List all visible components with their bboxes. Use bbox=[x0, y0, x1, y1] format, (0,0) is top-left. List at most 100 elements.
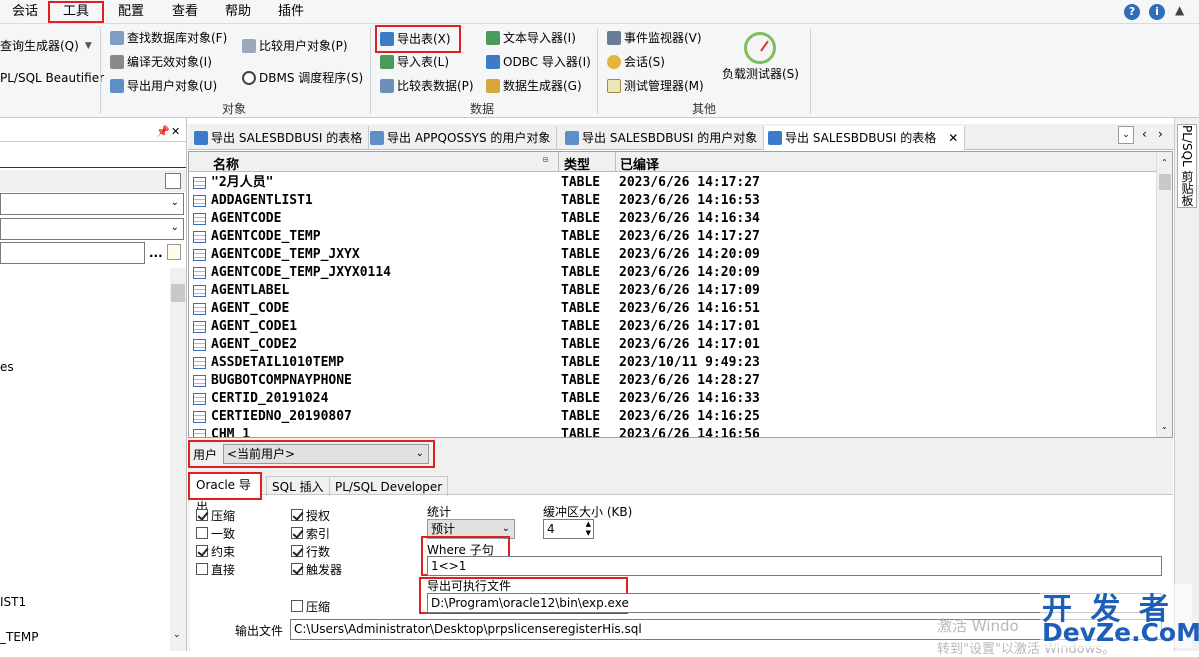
compile-invalid-button[interactable]: 编译无效对象(I) bbox=[110, 52, 212, 72]
subtab-oracle-export[interactable]: Oracle 导出 bbox=[188, 472, 262, 514]
option-compress-2[interactable]: 压缩 bbox=[291, 598, 330, 614]
test-manager-button[interactable]: 测试管理器(M) bbox=[607, 76, 704, 96]
checkbox-rows[interactable] bbox=[291, 545, 303, 557]
plsql-beautifier-button[interactable]: PL/SQL Beautifier bbox=[0, 68, 104, 88]
import-tables-button[interactable]: 导入表(L) bbox=[380, 52, 449, 72]
tab-next-icon[interactable]: › bbox=[1158, 127, 1163, 141]
table-row[interactable]: ADDAGENTLIST1 TABLE 2023/6/26 14:16:53 bbox=[189, 192, 1157, 210]
table-row[interactable]: AGENTCODE_TEMP TABLE 2023/6/26 14:17:27 bbox=[189, 228, 1157, 246]
menu-help[interactable]: 帮助 bbox=[225, 3, 251, 21]
table-icon bbox=[193, 429, 206, 437]
subtab-plsql-developer[interactable]: PL/SQL Developer bbox=[329, 476, 449, 496]
column-header-compiled[interactable]: 已编译 bbox=[620, 154, 659, 173]
export-user-objects-button[interactable]: 导出用户对象(U) bbox=[110, 76, 217, 96]
checkbox-direct[interactable] bbox=[196, 563, 208, 575]
checkbox-compress-2[interactable] bbox=[291, 600, 303, 612]
export-tables-button[interactable]: 导出表(X) bbox=[375, 25, 461, 53]
menu-view[interactable]: 查看 bbox=[172, 3, 198, 21]
table-row[interactable]: "2月人员" TABLE 2023/6/26 14:17:27 bbox=[189, 174, 1157, 192]
plsql-clipboard-tab[interactable]: PL/SQL 剪贴板 bbox=[1177, 124, 1197, 208]
subtab-sql-insert[interactable]: SQL 插入 bbox=[266, 476, 330, 496]
column-header-name[interactable]: 名称 bbox=[213, 154, 239, 173]
tab-export-appqossys-objects[interactable]: 导出 APPQOSSYS 的用户对象 bbox=[366, 126, 558, 150]
option-direct[interactable]: 直接 bbox=[196, 561, 235, 577]
tab-export-salesbdbusi-tables-1[interactable]: 导出 SALESBDBUSI 的表格 bbox=[190, 126, 370, 150]
tables-grid[interactable]: 名称 ⊟ 类型 已编译 "2月人员" TABLE 2023/6/26 14:17:2… bbox=[188, 151, 1173, 438]
table-row[interactable]: BUGBOTCOMPNAYPHONE TABLE 2023/6/26 14:28:2… bbox=[189, 372, 1157, 390]
menu-tools[interactable]: 工具 bbox=[48, 1, 104, 23]
checkbox-compress[interactable] bbox=[196, 509, 208, 521]
tab-list-icon[interactable]: ⌄ bbox=[1118, 126, 1134, 144]
find-db-objects-button[interactable]: 查找数据库对象(F) bbox=[110, 28, 227, 48]
table-row[interactable]: AGENTCODE TABLE 2023/6/26 14:16:34 bbox=[189, 210, 1157, 228]
option-grants[interactable]: 授权 bbox=[291, 507, 330, 523]
close-tab-icon[interactable]: ✕ bbox=[948, 127, 958, 149]
table-row[interactable]: ASSDETAIL1010TEMP TABLE 2023/10/11 9:49:23 bbox=[189, 354, 1157, 372]
option-indexes[interactable]: 索引 bbox=[291, 525, 330, 541]
menu-config[interactable]: 配置 bbox=[118, 3, 144, 21]
sessions-button[interactable]: 会话(S) bbox=[607, 52, 665, 72]
user-select[interactable]: <当前用户> ⌄ bbox=[223, 444, 429, 464]
text-importer-button[interactable]: 文本导入器(I) bbox=[486, 28, 576, 48]
data-generator-button[interactable]: 数据生成器(G) bbox=[486, 76, 582, 96]
right-side-panel: PL/SQL 剪贴板 bbox=[1174, 118, 1199, 651]
option-triggers[interactable]: 触发器 bbox=[291, 561, 342, 577]
owner-select[interactable]: ⌄ bbox=[0, 218, 184, 240]
cell-type: TABLE bbox=[561, 319, 601, 334]
option-consistent[interactable]: 一致 bbox=[196, 525, 235, 541]
table-row[interactable]: AGENT_CODE1 TABLE 2023/6/26 14:17:01 bbox=[189, 318, 1157, 336]
buffer-size-input[interactable]: 4 ▲ ▼ bbox=[543, 519, 594, 539]
option-rows[interactable]: 行数 bbox=[291, 543, 330, 559]
stats-select[interactable]: 预计 ⌄ bbox=[427, 519, 515, 539]
new-file-icon[interactable] bbox=[167, 244, 181, 260]
dbms-scheduler-button[interactable]: DBMS 调度程序(S) bbox=[242, 68, 363, 88]
checkbox-constraints[interactable] bbox=[196, 545, 208, 557]
table-row[interactable]: AGENT_CODE2 TABLE 2023/6/26 14:17:01 bbox=[189, 336, 1157, 354]
option-compress[interactable]: 压缩 bbox=[196, 507, 235, 523]
checkbox-indexes[interactable] bbox=[291, 527, 303, 539]
collapse-ribbon-icon[interactable]: ▲ bbox=[1175, 3, 1184, 17]
object-search-input[interactable] bbox=[0, 242, 145, 264]
pin-icon[interactable]: 📌 bbox=[156, 125, 170, 138]
browse-button[interactable]: ... bbox=[149, 246, 163, 260]
output-file-input[interactable]: C:\Users\Administrator\Desktop\prpslicen… bbox=[290, 619, 1162, 640]
tab-export-salesbdbusi-objects[interactable]: 导出 SALESBDBUSI 的用户对象 bbox=[561, 126, 765, 150]
cell-name: AGENTCODE bbox=[211, 211, 282, 226]
cell-name: BUGBOTCOMPNAYPHONE bbox=[211, 373, 352, 388]
table-row[interactable]: CERTID_20191024 TABLE 2023/6/26 14:16:33 bbox=[189, 390, 1157, 408]
checkbox-triggers[interactable] bbox=[291, 563, 303, 575]
compare-user-objects-button[interactable]: 比较用户对象(P) bbox=[242, 36, 348, 56]
tree-item-temp[interactable]: _TEMP bbox=[0, 630, 39, 644]
table-row[interactable]: AGENT_CODE TABLE 2023/6/26 14:16:51 bbox=[189, 300, 1157, 318]
table-row[interactable]: CHM_1 TABLE 2023/6/26 14:16:56 bbox=[189, 426, 1157, 437]
query-builder-button[interactable]: 查询生成器(Q) ▼ bbox=[0, 36, 92, 56]
grid-scrollbar[interactable]: ⌃ ⌄ bbox=[1156, 152, 1172, 437]
event-monitor-button[interactable]: 事件监视器(V) bbox=[607, 28, 702, 48]
table-row[interactable]: AGENTCODE_TEMP_JXYX0114 TABLE 2023/6/26 14… bbox=[189, 264, 1157, 282]
tab-prev-icon[interactable]: ‹ bbox=[1142, 127, 1147, 141]
close-panel-icon[interactable]: ✕ bbox=[171, 125, 180, 138]
help-icon[interactable]: ? bbox=[1124, 4, 1140, 20]
tab-export-salesbdbusi-tables-2[interactable]: 导出 SALESBDBUSI 的表格 ✕ bbox=[764, 126, 966, 150]
left-scrollbar[interactable]: ⌄ bbox=[170, 268, 186, 651]
where-clause-input[interactable]: 1<>1 bbox=[427, 556, 1162, 576]
checkbox-grants[interactable] bbox=[291, 509, 303, 521]
checkbox-consistent[interactable] bbox=[196, 527, 208, 539]
grid-header: 名称 ⊟ 类型 已编译 bbox=[189, 152, 1157, 173]
menu-session[interactable]: 会话 bbox=[12, 3, 38, 21]
table-row[interactable]: AGENTCODE_TEMP_JXYX TABLE 2023/6/26 14:20:… bbox=[189, 246, 1157, 264]
table-row[interactable]: CERTIEDNO_20190807 TABLE 2023/6/26 14:16:2… bbox=[189, 408, 1157, 426]
tree-item-es[interactable]: es bbox=[0, 360, 14, 374]
object-type-select[interactable]: ⌄ bbox=[0, 193, 184, 215]
column-header-type[interactable]: 类型 bbox=[564, 154, 590, 173]
tree-item-ist1[interactable]: IST1 bbox=[0, 595, 26, 609]
odbc-importer-button[interactable]: ODBC 导入器(I) bbox=[486, 52, 591, 72]
option-constraints[interactable]: 约束 bbox=[196, 543, 235, 559]
export-table-icon bbox=[194, 131, 208, 145]
load-tester-button[interactable]: 负载测试器(S) bbox=[722, 64, 799, 84]
compare-table-data-button[interactable]: 比较表数据(P) bbox=[380, 76, 474, 96]
table-row[interactable]: AGENTLABEL TABLE 2023/6/26 14:17:09 bbox=[189, 282, 1157, 300]
menu-plugins[interactable]: 插件 bbox=[278, 3, 304, 21]
filter-checkbox[interactable] bbox=[165, 173, 181, 189]
info-icon[interactable]: i bbox=[1149, 4, 1165, 20]
